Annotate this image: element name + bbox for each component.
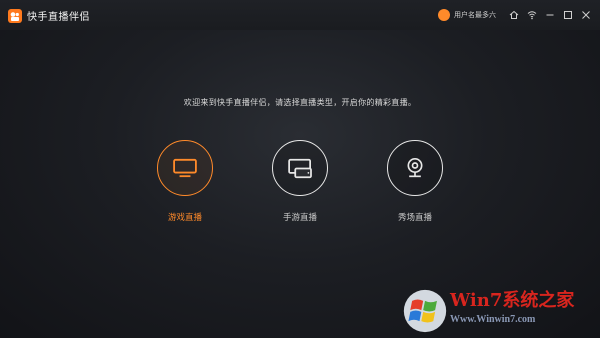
watermark-url: Www.Winwin7.com — [450, 314, 536, 325]
title-bar: 快手直播伴侣 用户名最多六 — [0, 0, 600, 30]
window-controls: 用户名最多六 — [438, 0, 600, 30]
avatar[interactable] — [438, 9, 450, 21]
watermark-brand: Win7系统之家 — [450, 290, 575, 311]
show-live-option[interactable]: 秀场直播 — [375, 140, 455, 223]
live-type-options: 游戏直播 手游直播 秀场直播 — [0, 140, 600, 240]
windows-logo-icon — [403, 289, 447, 333]
game-live-button[interactable] — [157, 140, 213, 196]
welcome-message: 欢迎来到快手直播伴侣，请选择直播类型，开启你的精彩直播。 — [183, 98, 417, 107]
monitor-icon — [173, 158, 197, 178]
app-title: 快手直播伴侣 — [27, 11, 90, 23]
close-icon[interactable] — [580, 9, 592, 21]
mobile-game-live-label: 手游直播 — [282, 213, 317, 223]
home-icon[interactable] — [508, 9, 520, 21]
mobile-game-live-option[interactable]: 手游直播 — [260, 140, 340, 223]
maximize-icon[interactable] — [562, 9, 574, 21]
wifi-icon[interactable] — [526, 9, 538, 21]
game-live-option[interactable]: 游戏直播 — [145, 140, 225, 223]
show-live-label: 秀场直播 — [397, 213, 432, 223]
mobile-game-live-button[interactable] — [272, 140, 328, 196]
minimize-icon[interactable] — [544, 9, 556, 21]
kuaishou-logo-icon — [8, 8, 22, 23]
game-live-label: 游戏直播 — [167, 213, 202, 223]
username[interactable]: 用户名最多六 — [454, 10, 496, 20]
mobile-screen-icon — [287, 158, 312, 178]
webcam-icon — [407, 158, 423, 178]
watermark: Win7系统之家 Www.Winwin7.com — [400, 284, 600, 338]
show-live-button[interactable] — [387, 140, 443, 196]
